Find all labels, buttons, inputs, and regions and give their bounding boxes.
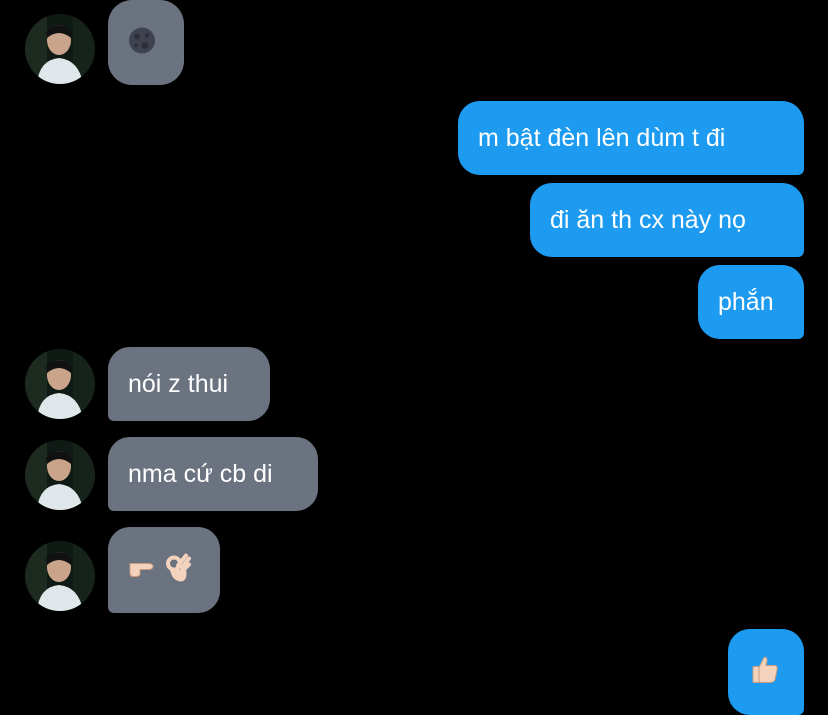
avatar[interactable] (25, 349, 95, 419)
ok-hand-emoji (164, 552, 192, 589)
message-text: nma cứ cb di (128, 460, 273, 488)
message-bubble-outgoing[interactable]: đi ăn th cx này nọ (530, 183, 804, 257)
message-bubble-incoming[interactable]: nma cứ cb di (108, 437, 318, 511)
moon-emoji (128, 26, 156, 59)
chat-thread: m bật đèn lên dùm t đi đi ăn th cx này n… (0, 0, 828, 715)
avatar[interactable] (25, 541, 95, 611)
avatar-photo (25, 440, 95, 510)
avatar-photo (25, 349, 95, 419)
message-bubble-incoming[interactable]: nói z thui (108, 347, 270, 421)
avatar-photo (25, 541, 95, 611)
avatar-photo (25, 14, 95, 84)
message-bubble-outgoing[interactable]: m bật đèn lên dùm t đi (458, 101, 804, 175)
message-text: nói z thui (128, 370, 229, 398)
message-bubble-outgoing[interactable] (728, 629, 804, 715)
avatar[interactable] (25, 14, 95, 84)
message-bubble-outgoing[interactable]: phắn (698, 265, 804, 339)
avatar[interactable] (25, 440, 95, 510)
message-text: đi ăn th cx này nọ (550, 206, 746, 234)
pointing-right-emoji (128, 555, 158, 586)
message-text: phắn (718, 288, 774, 316)
message-bubble-incoming[interactable] (108, 0, 184, 85)
thumbs-up-emoji (750, 655, 780, 690)
message-text: m bật đèn lên dùm t đi (478, 124, 726, 152)
message-bubble-incoming[interactable] (108, 527, 220, 613)
